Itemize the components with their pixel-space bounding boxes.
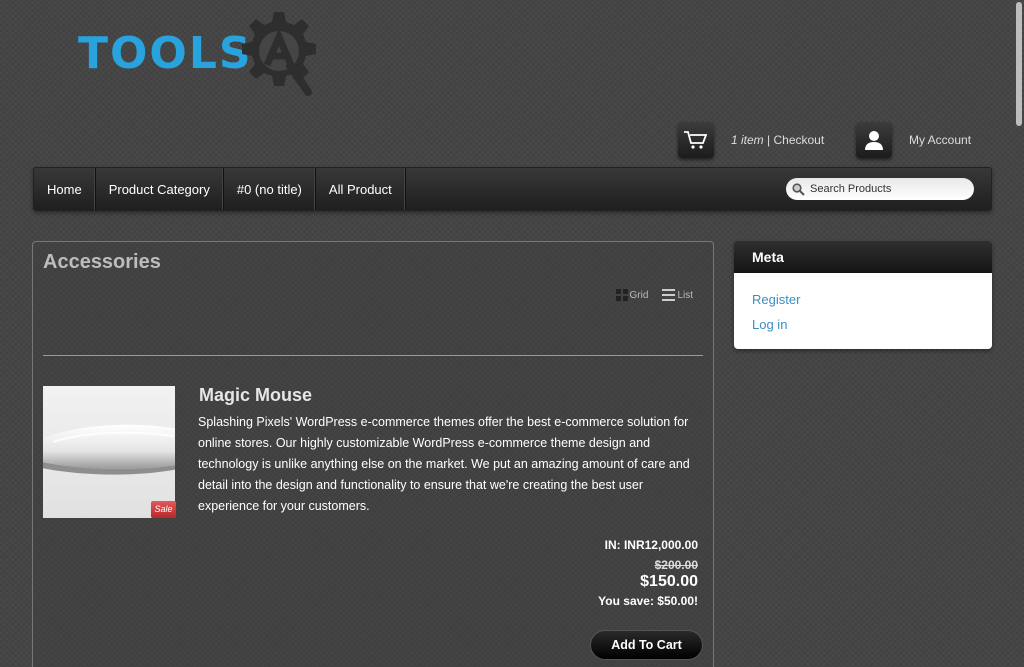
- scrollbar[interactable]: [1014, 0, 1024, 667]
- mini-cart[interactable]: 1 item | Checkout: [678, 120, 824, 160]
- checkout-link[interactable]: Checkout: [773, 133, 824, 147]
- gear-logo-icon: [242, 12, 316, 96]
- product-description: Splashing Pixels' WordPress e-commerce t…: [198, 415, 690, 513]
- search-input[interactable]: [810, 183, 960, 195]
- nav-item-product-category[interactable]: Product Category: [96, 168, 224, 210]
- search-icon: [792, 182, 805, 196]
- product-title[interactable]: Magic Mouse: [199, 385, 312, 406]
- logo-text: TOOLS: [78, 28, 253, 79]
- list-label: List: [677, 290, 693, 301]
- cart-summary[interactable]: 1 item | Checkout: [731, 133, 824, 147]
- widget-title: Meta: [734, 241, 992, 273]
- my-account-link[interactable]: My Account: [909, 133, 971, 147]
- nav-item-home[interactable]: Home: [34, 168, 96, 210]
- list-view-button[interactable]: List: [662, 289, 693, 301]
- old-price: $200.00: [654, 558, 698, 572]
- price-block: IN: INR12,000.00 $200.00 $150.00 You sav…: [598, 538, 698, 608]
- sale-badge: Sale: [151, 501, 176, 518]
- site-logo[interactable]: TOOLS: [78, 10, 328, 100]
- view-toggle: Grid List: [615, 289, 693, 301]
- product-listing: Accessories Grid List Sale Magic Mouse S…: [32, 241, 714, 667]
- add-to-cart-button[interactable]: Add To Cart: [590, 630, 703, 660]
- grid-view-button[interactable]: Grid: [615, 289, 649, 301]
- main-nav: Home Product Category #0 (no title) All …: [33, 167, 992, 211]
- nav-item-all-product[interactable]: All Product: [316, 168, 406, 210]
- widget-body: Register Log in: [734, 273, 992, 349]
- page-title: Accessories: [43, 251, 161, 273]
- cart-count: 1 item: [731, 133, 764, 147]
- local-price: IN: INR12,000.00: [604, 538, 698, 552]
- search-box: [786, 178, 974, 200]
- grid-label: Grid: [629, 290, 649, 301]
- sale-price: $150.00: [640, 573, 698, 590]
- nav-item-no-title[interactable]: #0 (no title): [224, 168, 316, 210]
- grid-icon: [615, 289, 628, 301]
- magic-mouse-image: [43, 424, 175, 475]
- cart-separator: |: [763, 133, 774, 147]
- register-link[interactable]: Register: [752, 287, 974, 312]
- you-save: You save: $50.00!: [598, 594, 698, 608]
- user-icon: [856, 122, 892, 158]
- meta-widget: Meta Register Log in: [734, 241, 992, 349]
- list-icon: [662, 289, 676, 301]
- my-account[interactable]: My Account: [856, 120, 971, 160]
- login-link[interactable]: Log in: [752, 312, 974, 337]
- divider: [43, 355, 703, 356]
- scrollbar-thumb[interactable]: [1016, 2, 1022, 126]
- cart-icon: [678, 122, 714, 158]
- product-image[interactable]: [43, 386, 175, 518]
